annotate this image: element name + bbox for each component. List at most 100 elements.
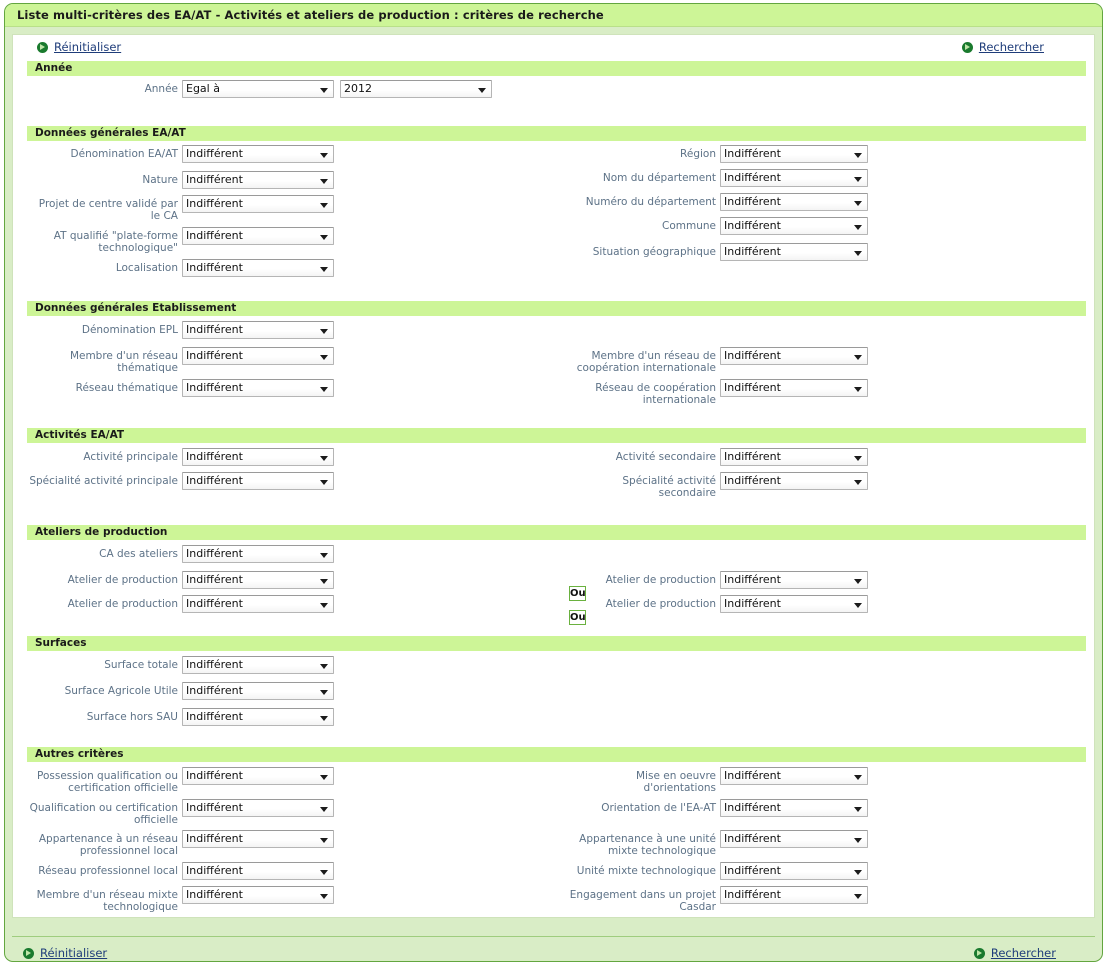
field-label: Atelier de production xyxy=(67,598,178,610)
atelier-production-1-select-wrap[interactable]: Indifférent xyxy=(182,571,334,589)
surface-agricole-utile-select[interactable]: Indifférent xyxy=(182,682,334,700)
reset-link-bottom-label[interactable]: Réinitialiser xyxy=(40,946,107,960)
search-link-top[interactable]: Rechercher xyxy=(961,40,1044,54)
reset-link-bottom[interactable]: Réinitialiser xyxy=(23,946,107,960)
field-label: Qualification ou certification officiell… xyxy=(29,802,178,826)
activite-secondaire-select[interactable]: Indifférent xyxy=(720,448,868,466)
reseau-thematique-select[interactable]: Indifférent xyxy=(182,379,334,397)
localisation-select[interactable]: Indifférent xyxy=(182,259,334,277)
appartenance-unite-mixte-select[interactable]: Indifférent xyxy=(720,830,868,848)
ca-des-ateliers-select-wrap[interactable]: Indifférent xyxy=(182,545,334,563)
atelier-production-1-select[interactable]: Indifférent xyxy=(182,571,334,589)
nom-departement-select[interactable]: Indifférent xyxy=(720,169,868,187)
field-label: Engagement dans un projet Casdar xyxy=(569,889,716,913)
surface-agricole-utile-select-wrap[interactable]: Indifférent xyxy=(182,682,334,700)
reseau-pro-local-select[interactable]: Indifférent xyxy=(182,862,334,880)
activite-principale-select[interactable]: Indifférent xyxy=(182,448,334,466)
specialite-activite-principale-select[interactable]: Indifférent xyxy=(182,472,334,490)
denomination-epl-select-wrap[interactable]: Indifférent xyxy=(182,321,334,339)
membre-reseau-coop-select[interactable]: Indifférent xyxy=(720,347,868,365)
membre-reseau-thematique-select-wrap[interactable]: Indifférent xyxy=(182,347,334,365)
possession-qualification-select[interactable]: Indifférent xyxy=(182,767,334,785)
denomination-epl-select[interactable]: Indifférent xyxy=(182,321,334,339)
activite-principale-select-wrap[interactable]: Indifférent xyxy=(182,448,334,466)
annee-value-select[interactable]: 2012 xyxy=(340,80,492,98)
reseau-pro-local-select-wrap[interactable]: Indifférent xyxy=(182,862,334,880)
membre-reseau-coop-select-wrap[interactable]: Indifférent xyxy=(720,347,868,365)
mise-en-oeuvre-orientations-select[interactable]: Indifférent xyxy=(720,767,868,785)
appartenance-reseau-pro-select[interactable]: Indifférent xyxy=(182,830,334,848)
membre-reseau-mixte-select[interactable]: Indifférent xyxy=(182,886,334,904)
nature-select[interactable]: Indifférent xyxy=(182,171,334,189)
atelier-production-3-select-wrap[interactable]: Indifférent xyxy=(182,595,334,613)
projet-centre-select-wrap[interactable]: Indifférent xyxy=(182,195,334,213)
unite-mixte-techno-select-wrap[interactable]: Indifférent xyxy=(720,862,868,880)
numero-departement-select[interactable]: Indifférent xyxy=(720,193,868,211)
engagement-casdar-select-wrap[interactable]: Indifférent xyxy=(720,886,868,904)
orientation-eaat-select-wrap[interactable]: Indifférent xyxy=(720,799,868,817)
nature-select-wrap[interactable]: Indifférent xyxy=(182,171,334,189)
specialite-activite-principale-select-wrap[interactable]: Indifférent xyxy=(182,472,334,490)
at-qualifie-select[interactable]: Indifférent xyxy=(182,227,334,245)
commune-select-wrap[interactable]: Indifférent xyxy=(720,217,868,235)
page-title: Liste multi-critères des EA/AT - Activit… xyxy=(5,4,1102,27)
possession-qualification-select-wrap[interactable]: Indifférent xyxy=(182,767,334,785)
section-header-surfaces: Surfaces xyxy=(27,636,1086,651)
appartenance-unite-mixte-select-wrap[interactable]: Indifférent xyxy=(720,830,868,848)
orientation-eaat-select[interactable]: Indifférent xyxy=(720,799,868,817)
unite-mixte-techno-select[interactable]: Indifférent xyxy=(720,862,868,880)
field-activite-principale: Activité principale Indifférent xyxy=(27,448,334,466)
activite-secondaire-select-wrap[interactable]: Indifférent xyxy=(720,448,868,466)
atelier-production-4-select-wrap[interactable]: Indifférent xyxy=(720,595,868,613)
projet-centre-select[interactable]: Indifférent xyxy=(182,195,334,213)
specialite-activite-secondaire-select[interactable]: Indifférent xyxy=(720,472,868,490)
numero-departement-select-wrap[interactable]: Indifférent xyxy=(720,193,868,211)
field-label: Appartenance à un réseau professionnel l… xyxy=(38,833,178,857)
atelier-production-3-select[interactable]: Indifférent xyxy=(182,595,334,613)
situation-geographique-select-wrap[interactable]: Indifférent xyxy=(720,243,868,261)
surface-totale-select-wrap[interactable]: Indifférent xyxy=(182,656,334,674)
annee-operator-select-wrap[interactable]: Egal à xyxy=(182,80,334,98)
annee-value-select-wrap[interactable]: 2012 xyxy=(340,80,492,98)
search-link-top-label[interactable]: Rechercher xyxy=(979,40,1044,54)
qualification-certification-select[interactable]: Indifférent xyxy=(182,799,334,817)
field-membre-reseau-thematique: Membre d'un réseau thématique Indifféren… xyxy=(27,347,334,374)
denomination-eaat-select[interactable]: Indifférent xyxy=(182,145,334,163)
localisation-select-wrap[interactable]: Indifférent xyxy=(182,259,334,277)
appartenance-reseau-pro-select-wrap[interactable]: Indifférent xyxy=(182,830,334,848)
ca-des-ateliers-select[interactable]: Indifférent xyxy=(182,545,334,563)
surface-hors-sau-select-wrap[interactable]: Indifférent xyxy=(182,708,334,726)
field-label: Unité mixte technologique xyxy=(576,865,716,877)
specialite-activite-secondaire-select-wrap[interactable]: Indifférent xyxy=(720,472,868,490)
atelier-production-4-select[interactable]: Indifférent xyxy=(720,595,868,613)
qualification-certification-select-wrap[interactable]: Indifférent xyxy=(182,799,334,817)
panel-body: Réinitialiser Rechercher Année Année Ega… xyxy=(12,34,1095,918)
surface-hors-sau-select[interactable]: Indifférent xyxy=(182,708,334,726)
reset-link-top-label[interactable]: Réinitialiser xyxy=(54,40,121,54)
search-link-bottom[interactable]: Rechercher xyxy=(973,946,1056,960)
commune-select[interactable]: Indifférent xyxy=(720,217,868,235)
surface-totale-select[interactable]: Indifférent xyxy=(182,656,334,674)
membre-reseau-thematique-select[interactable]: Indifférent xyxy=(182,347,334,365)
reseau-thematique-select-wrap[interactable]: Indifférent xyxy=(182,379,334,397)
denomination-eaat-select-wrap[interactable]: Indifférent xyxy=(182,145,334,163)
membre-reseau-mixte-select-wrap[interactable]: Indifférent xyxy=(182,886,334,904)
field-reseau-coop: Réseau de coopération internationale Ind… xyxy=(563,379,868,406)
situation-geographique-select[interactable]: Indifférent xyxy=(720,243,868,261)
engagement-casdar-select[interactable]: Indifférent xyxy=(720,886,868,904)
reset-link-top[interactable]: Réinitialiser xyxy=(37,40,121,54)
field-atelier-production-1: Atelier de production Indifférent xyxy=(27,571,334,589)
mise-en-oeuvre-orientations-select-wrap[interactable]: Indifférent xyxy=(720,767,868,785)
region-select[interactable]: Indifférent xyxy=(720,145,868,163)
atelier-production-2-select-wrap[interactable]: Indifférent xyxy=(720,571,868,589)
at-qualifie-select-wrap[interactable]: Indifférent xyxy=(182,227,334,245)
search-link-bottom-label[interactable]: Rechercher xyxy=(991,946,1056,960)
region-select-wrap[interactable]: Indifférent xyxy=(720,145,868,163)
nom-departement-select-wrap[interactable]: Indifférent xyxy=(720,169,868,187)
reseau-coop-select[interactable]: Indifférent xyxy=(720,379,868,397)
field-region: Région Indifférent xyxy=(563,145,868,163)
atelier-production-2-select[interactable]: Indifférent xyxy=(720,571,868,589)
field-label: Réseau thématique xyxy=(75,382,178,394)
reseau-coop-select-wrap[interactable]: Indifférent xyxy=(720,379,868,397)
annee-operator-select[interactable]: Egal à xyxy=(182,80,334,98)
